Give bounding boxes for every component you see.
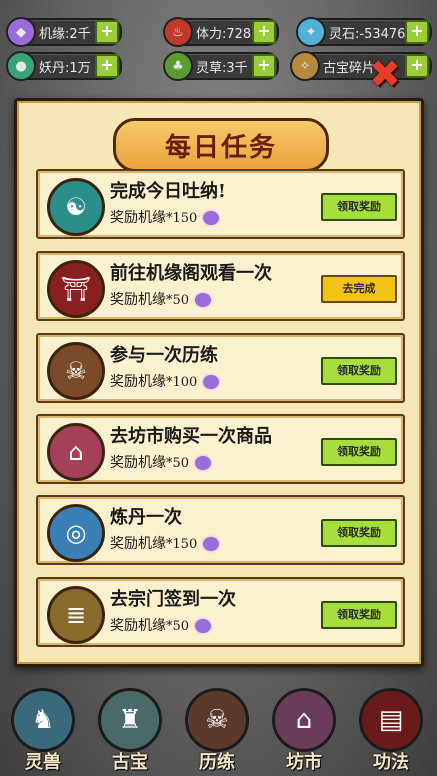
shop-icon: ⌂ [272,688,336,752]
gem-icon [203,375,220,389]
resource-jiyuan: ◆ 机缘:2千 + [6,17,122,47]
task-name: 炼丹一次 [110,507,182,528]
task-reward: 奖励机缘*50 [110,615,212,635]
potion-icon: ♨ [163,17,193,47]
reward-label: 奖励机缘 [110,618,166,634]
beast-icon: ♞ [11,688,75,752]
herb-icon: ♣ [163,51,193,81]
reward-amount: *100 [166,375,198,390]
nav-lingshou[interactable]: ♞ 灵兽 [10,688,76,773]
add-button[interactable]: + [405,54,429,78]
nav-label: 历练 [199,752,235,773]
gem-icon [195,293,212,307]
add-button[interactable]: + [95,20,119,44]
add-button[interactable]: + [95,54,119,78]
reward-amount: *150 [166,211,198,226]
resource-yaodan: ● 妖丹:1万 + [6,51,122,81]
task-reward: 奖励机缘*50 [110,452,212,472]
task-item: ≣ 去宗门签到一次 奖励机缘*50 领取奖励 [36,577,405,647]
nav-label: 古宝 [112,752,148,773]
task-item: ⌂ 去坊市购买一次商品 奖励机缘*50 领取奖励 [36,414,405,484]
reward-label: 奖励机缘 [110,210,166,226]
nav-label: 坊市 [286,752,322,773]
reward-label: 奖励机缘 [110,292,166,308]
resource-label: 灵石:-53476 [329,26,405,42]
claim-reward-button[interactable]: 领取奖励 [321,519,397,547]
resource-lingshi: ✦ 灵石:-53476 + [296,17,432,47]
resource-tili: ♨ 体力:728 + [163,17,279,47]
reward-label: 奖励机缘 [110,455,166,471]
treasure-icon: ♜ [98,688,162,752]
resource-label: 灵草:3千 [196,60,248,76]
orb-icon: ● [6,51,36,81]
task-item: ⛩ 前往机缘阁观看一次 奖励机缘*50 去完成 [36,251,405,321]
claim-reward-button[interactable]: 领取奖励 [321,193,397,221]
task-name: 参与一次历练 [110,345,218,366]
reward-amount: *50 [166,293,190,308]
skull-icon: ☠ [47,342,105,400]
nav-fangshi[interactable]: ⌂ 坊市 [271,688,337,773]
nav-gongfa[interactable]: ▤ 功法 [358,688,424,773]
nav-gubao[interactable]: ♜ 古宝 [97,688,163,773]
task-item: ☠ 参与一次历练 奖励机缘*100 领取奖励 [36,333,405,403]
reward-label: 奖励机缘 [110,374,166,390]
claim-reward-button[interactable]: 领取奖励 [321,357,397,385]
scroll-icon: ≣ [47,586,105,644]
task-reward: 奖励机缘*150 [110,533,220,553]
task-item: ☯ 完成今日吐纳! 奖励机缘*150 领取奖励 [36,169,405,239]
task-item: ◎ 炼丹一次 奖励机缘*150 领取奖励 [36,495,405,565]
meditation-icon: ☯ [47,178,105,236]
gem-icon: ◆ [6,17,36,47]
task-name: 去坊市购买一次商品 [110,426,272,447]
gem-icon [195,456,212,470]
relic-icon: ✧ [290,51,320,81]
gem-icon [203,537,220,551]
task-reward: 奖励机缘*50 [110,289,212,309]
panel-title: 每日任务 [113,118,329,172]
nav-label: 功法 [373,752,409,773]
reward-amount: *50 [166,619,190,634]
close-icon[interactable]: ✖ [366,55,404,93]
book-icon: ▤ [359,688,423,752]
reward-amount: *50 [166,456,190,471]
add-button[interactable]: + [252,20,276,44]
resource-label: 体力:728 [196,26,252,42]
resource-label: 妖丹:1万 [39,60,91,76]
task-name: 去宗门签到一次 [110,589,236,610]
crystal-icon: ✦ [296,17,326,47]
resource-lingcao: ♣ 灵草:3千 + [163,51,279,81]
nav-lilian[interactable]: ☠ 历练 [184,688,250,773]
skull-icon: ☠ [185,688,249,752]
add-button[interactable]: + [405,20,429,44]
reward-label: 奖励机缘 [110,536,166,552]
resource-gubao: ✧ 古宝碎片 + [290,51,432,81]
resource-label: 机缘:2千 [39,26,91,42]
pavilion-icon: ⛩ [47,260,105,318]
reward-amount: *150 [166,537,198,552]
gem-icon [203,211,220,225]
task-reward: 奖励机缘*150 [110,207,220,227]
go-complete-button[interactable]: 去完成 [321,275,397,303]
claim-reward-button[interactable]: 领取奖励 [321,601,397,629]
task-name: 前往机缘阁观看一次 [110,263,272,284]
shop-icon: ⌂ [47,423,105,481]
task-name: 完成今日吐纳! [110,181,226,202]
nav-label: 灵兽 [25,752,61,773]
crystal-ball-icon: ◎ [47,504,105,562]
claim-reward-button[interactable]: 领取奖励 [321,438,397,466]
gem-icon [195,619,212,633]
add-button[interactable]: + [252,54,276,78]
task-reward: 奖励机缘*100 [110,371,220,391]
